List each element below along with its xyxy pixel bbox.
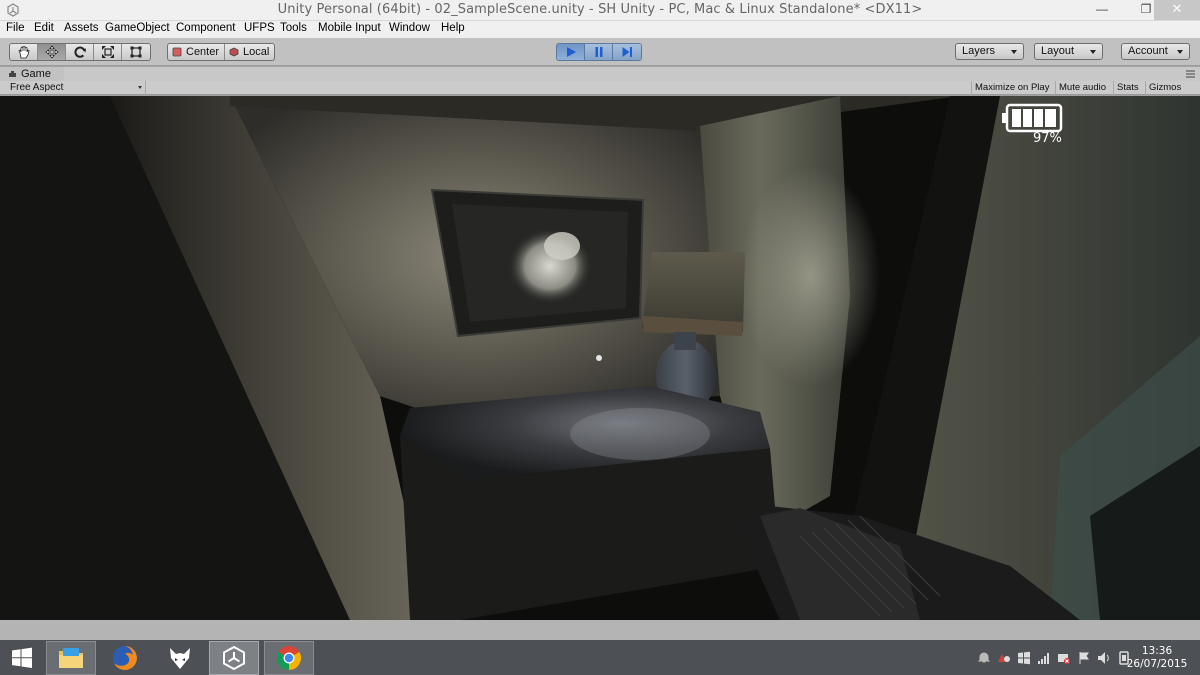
tray-windows-icon[interactable] bbox=[1016, 650, 1032, 666]
menu-tools[interactable]: Tools bbox=[280, 22, 307, 34]
aspect-dropdown[interactable]: Free Aspect bbox=[0, 81, 146, 95]
pivot-local-label: Local bbox=[243, 46, 270, 58]
menu-file[interactable]: File bbox=[6, 22, 25, 34]
mute-audio-toggle[interactable]: Mute audio bbox=[1055, 81, 1109, 95]
taskbar-unity[interactable] bbox=[209, 641, 259, 675]
layers-label: Layers bbox=[962, 45, 996, 57]
panel-menu-icon[interactable] bbox=[1185, 69, 1196, 79]
menu-ufps[interactable]: UFPS bbox=[244, 22, 275, 34]
rotate-icon bbox=[73, 46, 86, 58]
system-tray bbox=[976, 650, 1132, 666]
game-scene-render bbox=[0, 96, 1200, 620]
menu-window[interactable]: Window bbox=[389, 22, 430, 34]
editor-status-strip bbox=[0, 620, 1200, 640]
tray-security-icon[interactable] bbox=[996, 650, 1012, 666]
tab-game[interactable]: Game bbox=[0, 67, 64, 81]
minimize-button[interactable]: — bbox=[1088, 0, 1116, 20]
pivot-center-button[interactable]: Center bbox=[168, 44, 226, 60]
maximize-on-play-toggle[interactable]: Maximize on Play bbox=[971, 81, 1052, 95]
pivot-center-label: Center bbox=[186, 46, 220, 58]
unity-icon bbox=[223, 645, 245, 671]
windows-logo-icon bbox=[12, 647, 32, 668]
menu-help[interactable]: Help bbox=[441, 22, 465, 34]
tray-network-icon[interactable] bbox=[1056, 650, 1072, 666]
rotate-tool-button[interactable] bbox=[66, 44, 94, 60]
game-viewport[interactable] bbox=[0, 96, 1200, 620]
pivot-toggles: Center Local bbox=[167, 43, 276, 61]
menu-component[interactable]: Component bbox=[176, 22, 235, 34]
aspect-label: Free Aspect bbox=[10, 82, 64, 93]
gizmos-dropdown[interactable]: Gizmos bbox=[1145, 81, 1184, 95]
tray-notification-icon[interactable] bbox=[976, 650, 992, 666]
layout-caret-icon bbox=[1090, 50, 1096, 54]
game-view-options: Free Aspect Maximize on Play Mute audio … bbox=[0, 81, 1200, 95]
taskbar-clock[interactable]: 13:36 26/07/2015 bbox=[1122, 645, 1192, 671]
pause-button[interactable] bbox=[585, 44, 613, 60]
file-explorer-icon bbox=[59, 648, 83, 668]
tray-signal-icon[interactable] bbox=[1036, 650, 1052, 666]
clock-date: 26/07/2015 bbox=[1126, 658, 1188, 670]
start-button[interactable] bbox=[0, 641, 44, 675]
rect-tool-button[interactable] bbox=[122, 44, 150, 60]
account-dropdown[interactable]: Account bbox=[1121, 43, 1190, 60]
hand-icon bbox=[18, 45, 29, 58]
scale-icon bbox=[101, 46, 114, 58]
taskbar-foobar[interactable] bbox=[155, 641, 205, 675]
move-tool-button[interactable] bbox=[38, 44, 66, 60]
play-icon bbox=[566, 47, 576, 57]
menu-assets[interactable]: Assets bbox=[64, 22, 99, 34]
menu-bar: File Edit Assets GameObject Component UF… bbox=[0, 21, 1200, 38]
step-icon bbox=[622, 47, 632, 57]
pivot-local-button[interactable]: Local bbox=[225, 44, 274, 60]
transform-tools bbox=[9, 43, 151, 61]
menu-mobile-input[interactable]: Mobile Input bbox=[318, 22, 381, 34]
taskbar-file-explorer[interactable] bbox=[46, 641, 96, 675]
firefox-icon bbox=[113, 646, 137, 670]
pivot-local-icon bbox=[229, 47, 239, 57]
pause-icon bbox=[595, 47, 602, 57]
tray-volume-icon[interactable] bbox=[1096, 650, 1112, 666]
window-titlebar: Unity Personal (64bit) - 02_SampleScene.… bbox=[0, 0, 1200, 21]
pivot-center-icon bbox=[172, 47, 182, 57]
game-tab-label: Game bbox=[21, 68, 51, 80]
window-title: Unity Personal (64bit) - 02_SampleScene.… bbox=[277, 2, 923, 17]
game-tab-bar: Game bbox=[0, 67, 1200, 81]
account-label: Account bbox=[1128, 45, 1168, 57]
clock-time: 13:36 bbox=[1141, 645, 1173, 657]
play-controls bbox=[556, 43, 642, 61]
step-button[interactable] bbox=[613, 44, 641, 60]
layers-dropdown[interactable]: Layers bbox=[955, 43, 1024, 60]
taskbar-firefox[interactable] bbox=[100, 641, 150, 675]
taskbar-chrome[interactable] bbox=[264, 641, 314, 675]
tray-flag-icon[interactable] bbox=[1076, 650, 1092, 666]
account-caret-icon bbox=[1177, 50, 1183, 54]
aspect-caret-icon bbox=[138, 86, 142, 89]
menu-edit[interactable]: Edit bbox=[34, 22, 54, 34]
game-controller-icon bbox=[9, 71, 16, 77]
battery-percent: 97% bbox=[1033, 131, 1062, 146]
layers-caret-icon bbox=[1011, 50, 1017, 54]
layout-label: Layout bbox=[1041, 45, 1075, 57]
play-button[interactable] bbox=[557, 44, 585, 60]
layout-dropdown[interactable]: Layout bbox=[1034, 43, 1103, 60]
close-button[interactable]: ✕ bbox=[1154, 0, 1200, 20]
menu-gameobject[interactable]: GameObject bbox=[105, 22, 170, 34]
battery-icon bbox=[1002, 103, 1063, 133]
rect-icon bbox=[130, 46, 142, 58]
foobar-icon bbox=[170, 648, 190, 669]
move-icon bbox=[44, 45, 59, 59]
hand-tool-button[interactable] bbox=[10, 44, 38, 60]
chrome-icon bbox=[276, 646, 302, 670]
scale-tool-button[interactable] bbox=[94, 44, 122, 60]
stats-toggle[interactable]: Stats bbox=[1113, 81, 1142, 95]
